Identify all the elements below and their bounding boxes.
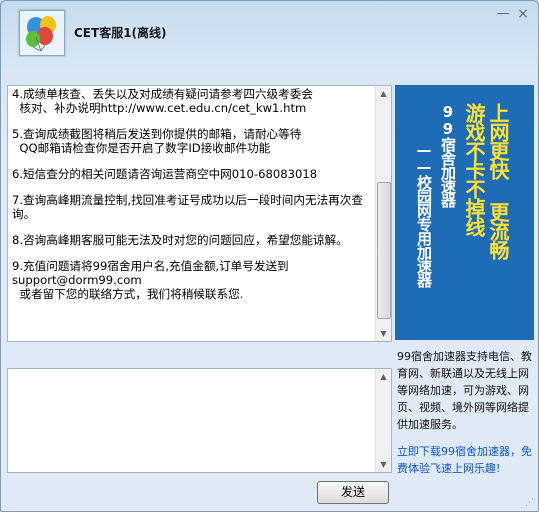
banner-line: ——校园网专用加速器 bbox=[415, 141, 433, 287]
message-item: 9.充值问题请将99宿舍用户名,充值金额,订单号发送到support@dorm9… bbox=[12, 259, 289, 301]
window-title: CET客服1(离线) bbox=[74, 26, 167, 40]
message-item: 5.查询成绩截图将稍后发送到你提供的邮箱，请耐心等待 QQ邮箱请检查你是否开启了… bbox=[12, 127, 302, 155]
close-button[interactable]: × bbox=[515, 7, 531, 21]
ad-banner[interactable]: 上网更快 更流畅 游戏不卡不掉线 99宿舍加速器 ——校园网专用加速器 bbox=[395, 85, 534, 340]
message-item: 7.查询高峰期流量控制,找回准考证号成功以后一段时间内无法再次查询。 bbox=[12, 193, 363, 221]
scroll-down-arrow-icon[interactable]: ▼ bbox=[376, 457, 391, 472]
chat-history[interactable]: 4.成绩单核查、丢失以及对成绩有疑问请参考四六级考委会 核对、补办说明http:… bbox=[7, 85, 392, 342]
download-link[interactable]: 立即下载99宿舍加速器，免费体验飞速上网乐趣! bbox=[397, 443, 537, 477]
scroll-down-arrow-icon[interactable]: ▼ bbox=[376, 326, 391, 341]
scroll-up-arrow-icon[interactable]: ▲ bbox=[376, 86, 391, 101]
message-list: 4.成绩单核查、丢失以及对成绩有疑问请参考四六级考委会 核对、补办说明http:… bbox=[12, 87, 372, 313]
contact-avatar[interactable] bbox=[19, 10, 65, 56]
message-item: 4.成绩单核查、丢失以及对成绩有疑问请参考四六级考委会 核对、补办说明http:… bbox=[12, 87, 313, 115]
banner-line: 99宿舍加速器 bbox=[439, 103, 457, 207]
resize-grip-icon[interactable]: ⋰ bbox=[525, 498, 535, 508]
input-scrollbar[interactable]: ▲ ▼ bbox=[375, 369, 391, 472]
chat-scrollbar[interactable]: ▲ ▼ bbox=[375, 86, 391, 341]
scroll-up-arrow-icon[interactable]: ▲ bbox=[376, 369, 391, 384]
message-input[interactable]: ▲ ▼ bbox=[7, 368, 392, 473]
send-button[interactable]: 发送 bbox=[317, 481, 389, 504]
banner-line: 上网更快 更流畅 bbox=[486, 103, 510, 259]
minimize-button[interactable]: — bbox=[495, 7, 511, 21]
message-item: 8.咨询高峰期客服可能无法及时对您的问题回应，希望您能谅解。 bbox=[12, 233, 348, 247]
banner-line: 游戏不卡不掉线 bbox=[462, 103, 486, 236]
title-bar[interactable]: CET客服1(离线) — × bbox=[1, 1, 538, 59]
product-description: 99宿舍加速器支持电信、教育网、新联通以及无线上网等网络加速，可为游戏、网页、视… bbox=[397, 350, 532, 431]
scrollbar-thumb[interactable] bbox=[377, 182, 391, 319]
balloons-icon bbox=[20, 11, 64, 55]
message-item: 6.短信查分的相关问题请咨询运营商空中网010-68083018 bbox=[12, 167, 318, 181]
chat-window: CET客服1(离线) — × 4.成绩单核查、丢失以及对成绩有疑问请参考四六级考… bbox=[0, 0, 539, 512]
